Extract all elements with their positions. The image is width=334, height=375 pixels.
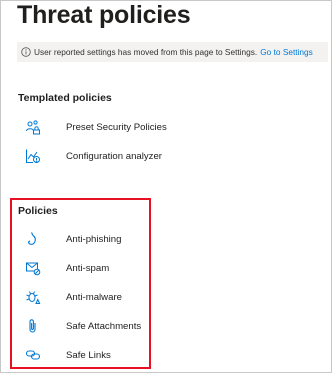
info-icon bbox=[17, 47, 34, 57]
configuration-analyzer-link[interactable]: Configuration analyzer bbox=[25, 145, 175, 167]
safe-attachments-link[interactable]: Safe Attachments bbox=[25, 315, 175, 337]
anti-spam-label: Anti-spam bbox=[66, 262, 110, 274]
info-message-bar: User reported settings has moved from th… bbox=[17, 42, 328, 62]
anti-malware-link[interactable]: Anti-malware bbox=[25, 286, 175, 308]
bug-icon bbox=[25, 289, 41, 305]
anti-spam-link[interactable]: Anti-spam bbox=[25, 257, 175, 279]
preset-security-policies-label: Preset Security Policies bbox=[66, 121, 167, 133]
safe-links-link[interactable]: Safe Links bbox=[25, 344, 175, 366]
preset-security-icon bbox=[25, 119, 41, 135]
fishhook-icon bbox=[25, 231, 41, 247]
configuration-analyzer-label: Configuration analyzer bbox=[66, 150, 162, 162]
page-title: Threat policies bbox=[17, 1, 191, 29]
info-message-text: User reported settings has moved from th… bbox=[34, 47, 258, 57]
anti-phishing-label: Anti-phishing bbox=[66, 233, 122, 245]
go-to-settings-link[interactable]: Go to Settings bbox=[260, 47, 313, 57]
link-icon bbox=[25, 347, 41, 363]
templated-policies-heading: Templated policies bbox=[18, 92, 112, 104]
preset-security-policies-link[interactable]: Preset Security Policies bbox=[25, 116, 175, 138]
policies-heading: Policies bbox=[18, 205, 58, 217]
anti-phishing-link[interactable]: Anti-phishing bbox=[25, 228, 175, 250]
configuration-analyzer-icon bbox=[25, 148, 41, 164]
paperclip-icon bbox=[25, 318, 41, 334]
safe-attachments-label: Safe Attachments bbox=[66, 320, 142, 332]
mail-blocked-icon bbox=[25, 260, 41, 276]
anti-malware-label: Anti-malware bbox=[66, 291, 122, 303]
safe-links-label: Safe Links bbox=[66, 349, 111, 361]
